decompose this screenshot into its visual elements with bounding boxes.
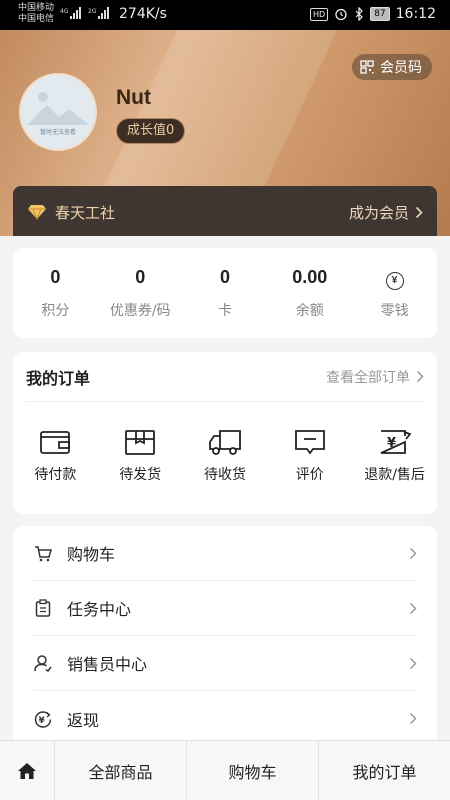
member-code-button[interactable]: 会员码 bbox=[352, 54, 432, 80]
asset-value: 0 bbox=[50, 267, 61, 287]
signal-icon: 4G bbox=[60, 7, 81, 19]
wallet-icon bbox=[40, 431, 71, 454]
order-pending-shipment[interactable]: 待发货 bbox=[98, 428, 183, 484]
menu-item-cashback[interactable]: ¥ 返现 bbox=[33, 691, 417, 746]
view-all-label: 查看全部订单 bbox=[326, 369, 410, 386]
hd-icon: HD bbox=[310, 7, 329, 21]
chevron-right-icon bbox=[416, 370, 424, 383]
image-placeholder-icon bbox=[21, 75, 95, 149]
alarm-icon bbox=[335, 8, 347, 21]
cart-icon bbox=[35, 545, 52, 561]
asset-label: 零钱 bbox=[380, 303, 409, 319]
asset-points[interactable]: 0 积分 bbox=[13, 248, 98, 338]
truck-icon bbox=[209, 430, 241, 455]
menu-item-task-center[interactable]: 任务中心 bbox=[33, 581, 417, 636]
order-label: 退款/售后 bbox=[364, 467, 425, 483]
order-status-row: 待付款 待发货 待收货 评价 ¥ 退款/售后 bbox=[13, 402, 437, 484]
chevron-right-icon bbox=[409, 602, 417, 614]
clock: 16:12 bbox=[395, 6, 436, 22]
avatar[interactable]: 暂时无法查看 bbox=[19, 73, 97, 151]
growth-value-badge[interactable]: 成长值0 bbox=[116, 118, 186, 144]
order-label: 待收货 bbox=[203, 467, 246, 483]
asset-label: 余额 bbox=[295, 303, 324, 319]
carrier-1: 中国移动 bbox=[18, 3, 55, 13]
yen-icon: ¥ bbox=[385, 272, 404, 290]
comment-icon bbox=[294, 430, 325, 455]
diamond-icon bbox=[28, 205, 46, 220]
refund-icon: ¥ bbox=[380, 430, 411, 454]
chevron-right-icon bbox=[415, 206, 423, 218]
clipboard-icon bbox=[35, 599, 51, 617]
chevron-right-icon bbox=[409, 657, 417, 669]
menu-list: 购物车 任务中心 销售员中心 ¥ 返现 bbox=[13, 526, 437, 756]
nav-all-products[interactable]: 全部商品 bbox=[55, 741, 187, 800]
svg-text:¥: ¥ bbox=[387, 436, 396, 451]
menu-label: 购物车 bbox=[67, 545, 116, 564]
become-member-label: 成为会员 bbox=[348, 203, 409, 222]
profile-header: 会员码 暂时无法查看 Nut 成长值0 春天工社 成为会员 bbox=[0, 30, 450, 236]
club-name: 春天工社 bbox=[55, 203, 116, 222]
signal-icon-2: 2G bbox=[88, 7, 109, 19]
box-icon bbox=[125, 430, 156, 455]
asset-value: 0 bbox=[219, 267, 230, 287]
order-pending-receipt[interactable]: 待收货 bbox=[183, 428, 268, 484]
user-nickname: Nut bbox=[116, 86, 151, 109]
asset-label: 积分 bbox=[41, 303, 70, 319]
qr-code-icon bbox=[360, 60, 374, 74]
orders-title: 我的订单 bbox=[26, 368, 91, 388]
asset-value: 0.00 bbox=[292, 267, 328, 287]
become-member-link[interactable]: 成为会员 bbox=[349, 202, 423, 223]
carrier-2: 中国电信 bbox=[18, 14, 55, 24]
orders-card: 我的订单 查看全部订单 待付款 待发货 待收货 评价 ¥ 退款/售后 bbox=[13, 352, 437, 514]
menu-label: 销售员中心 bbox=[67, 655, 148, 674]
salesperson-icon bbox=[34, 655, 52, 672]
asset-balance[interactable]: 0.00 余额 bbox=[267, 248, 352, 338]
asset-label: 优惠券/码 bbox=[109, 303, 171, 319]
bottom-nav: 全部商品 购物车 我的订单 bbox=[0, 740, 450, 800]
net-speed: 274K/s bbox=[119, 6, 167, 22]
svg-text:4G: 4G bbox=[60, 8, 69, 15]
menu-label: 任务中心 bbox=[67, 600, 132, 619]
order-review[interactable]: 评价 bbox=[267, 428, 352, 484]
chevron-right-icon bbox=[409, 712, 417, 725]
menu-label: 返现 bbox=[67, 710, 100, 730]
assets-card: 0 积分 0 优惠券/码 0 卡 0.00 余额 ¥ 零钱 bbox=[13, 248, 437, 338]
order-label: 评价 bbox=[295, 467, 324, 483]
svg-text:¥: ¥ bbox=[39, 716, 46, 726]
home-button[interactable] bbox=[0, 741, 55, 800]
order-label: 待付款 bbox=[34, 467, 77, 483]
chevron-right-icon bbox=[409, 547, 417, 559]
asset-value: 0 bbox=[135, 267, 146, 287]
order-label: 待发货 bbox=[119, 467, 162, 483]
nav-my-orders[interactable]: 我的订单 bbox=[319, 741, 450, 800]
svg-text:2G: 2G bbox=[88, 8, 97, 15]
avatar-caption: 暂时无法查看 bbox=[39, 129, 76, 136]
asset-cards[interactable]: 0 卡 bbox=[183, 248, 268, 338]
member-code-label: 会员码 bbox=[380, 60, 422, 76]
menu-item-cart[interactable]: 购物车 bbox=[33, 526, 417, 581]
order-pending-payment[interactable]: 待付款 bbox=[13, 428, 98, 484]
menu-item-salesperson-center[interactable]: 销售员中心 bbox=[33, 636, 417, 691]
status-bar: 中国移动 中国电信 4G 2G 274K/s HD 87 16:12 bbox=[0, 0, 450, 30]
vip-bar[interactable]: 春天工社 成为会员 bbox=[13, 186, 437, 236]
view-all-orders-link[interactable]: 查看全部订单 bbox=[326, 367, 424, 387]
home-icon bbox=[18, 762, 36, 779]
order-refund[interactable]: ¥ 退款/售后 bbox=[352, 428, 437, 484]
asset-change[interactable]: ¥ 零钱 bbox=[352, 248, 437, 338]
bluetooth-icon bbox=[355, 7, 364, 21]
carrier-info: 中国移动 中国电信 bbox=[18, 3, 54, 25]
battery-icon: 87 bbox=[370, 7, 390, 21]
cashback-icon: ¥ bbox=[34, 710, 52, 728]
nav-cart[interactable]: 购物车 bbox=[187, 741, 319, 800]
asset-coupons[interactable]: 0 优惠券/码 bbox=[98, 248, 183, 338]
asset-label: 卡 bbox=[217, 303, 232, 319]
